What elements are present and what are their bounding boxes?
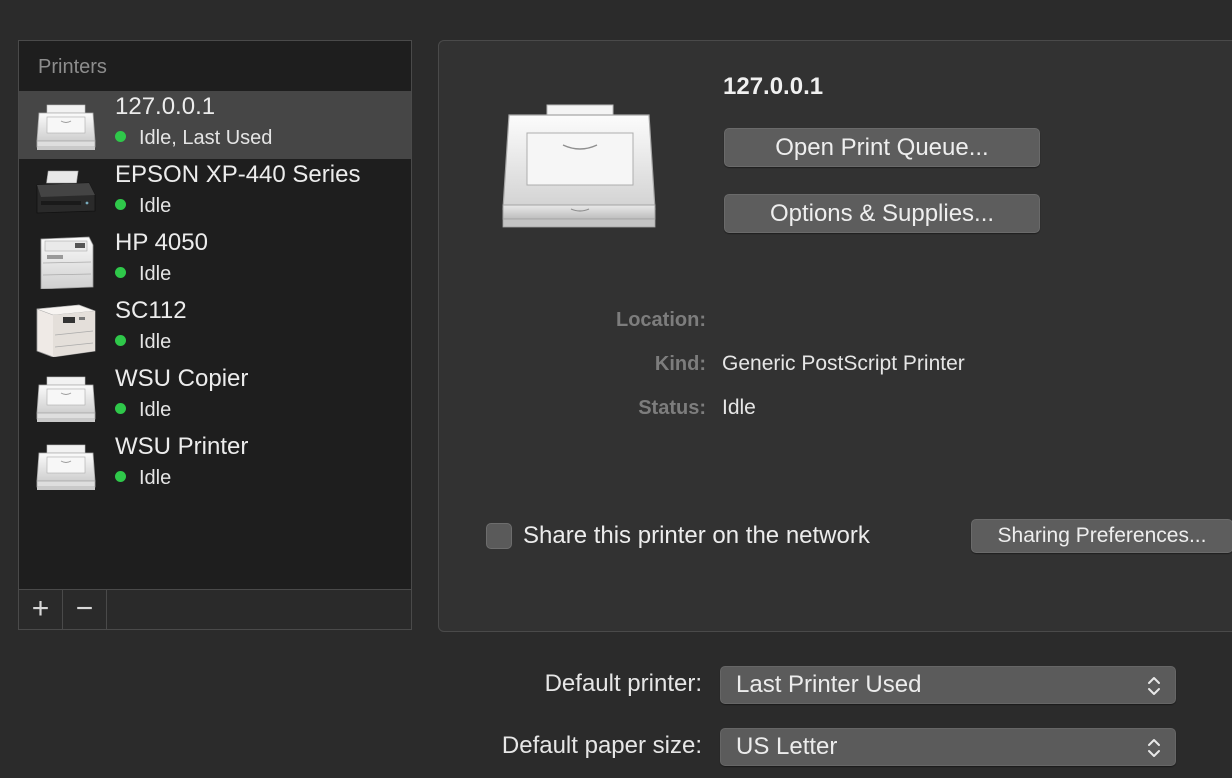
printer-item-hp-4050[interactable]: HP 4050 Idle (19, 227, 411, 295)
generic-printer-icon (33, 437, 99, 493)
printer-item-name: HP 4050 (115, 229, 208, 256)
printer-item-status: Idle (115, 263, 171, 286)
status-dot-icon (115, 131, 126, 143)
printer-title: 127.0.0.1 (723, 73, 824, 100)
kind-label: Kind: (654, 353, 706, 375)
printer-item-name: SC112 (115, 297, 187, 324)
printer-item-name: WSU Printer (115, 433, 249, 460)
chevron-up-down-icon (1148, 677, 1160, 695)
share-printer-checkbox[interactable] (486, 523, 512, 549)
status-dot-icon (115, 267, 126, 279)
generic-printer-icon (33, 97, 99, 153)
share-printer-label[interactable]: Share this printer on the network (523, 522, 870, 550)
inkjet-printer-icon (33, 165, 99, 221)
printer-item-wsu-copier[interactable]: WSU Copier Idle (19, 363, 411, 431)
printer-detail-panel: 127.0.0.1 Open Print Queue... Options & … (438, 40, 1232, 632)
default-printer-label: Default printer: (544, 670, 702, 697)
printer-item-name: 127.0.0.1 (115, 93, 216, 120)
printer-item-name: EPSON XP-440 Series (115, 161, 361, 188)
options-supplies-button[interactable]: Options & Supplies... (724, 194, 1040, 233)
status-label: Status: (638, 397, 706, 419)
default-paper-size-value: US Letter (736, 733, 838, 760)
list-toolbar: + − (19, 589, 411, 629)
printer-item-sc112[interactable]: SC112 Idle (19, 295, 411, 363)
kind-value: Generic PostScript Printer (722, 352, 965, 375)
status-dot-icon (115, 403, 126, 415)
status-dot-icon (115, 335, 126, 347)
default-paper-size-label: Default paper size: (501, 732, 702, 759)
sharing-preferences-button[interactable]: Sharing Preferences... (971, 519, 1232, 553)
generic-printer-icon (33, 369, 99, 425)
location-label: Location: (616, 309, 706, 331)
open-print-queue-button[interactable]: Open Print Queue... (724, 128, 1040, 167)
printer-item-status: Idle (115, 467, 171, 490)
printer-item-name: WSU Copier (115, 365, 249, 392)
status-dot-icon (115, 199, 126, 211)
printers-list[interactable]: Printers 127.0.0.1 Idle, Last Used EPSON… (18, 40, 412, 630)
default-printer-select[interactable]: Last Printer Used (720, 666, 1176, 704)
default-paper-size-select[interactable]: US Letter (720, 728, 1176, 766)
printer-item-epson-xp-440[interactable]: EPSON XP-440 Series Idle (19, 159, 411, 227)
laser-printer-icon (33, 233, 99, 289)
printer-icon (502, 104, 656, 228)
printer-item-status: Idle (115, 399, 171, 422)
status-value: Idle (722, 396, 756, 419)
printers-list-header: Printers (38, 56, 107, 78)
printer-item-status: Idle (115, 331, 171, 354)
printer-item-status: Idle (115, 195, 171, 218)
printer-item-127-0-0-1[interactable]: 127.0.0.1 Idle, Last Used (19, 91, 411, 159)
remove-printer-button[interactable]: − (63, 590, 107, 629)
chevron-up-down-icon (1148, 739, 1160, 757)
office-printer-icon (33, 301, 99, 357)
default-printer-value: Last Printer Used (736, 671, 922, 698)
add-printer-button[interactable]: + (19, 590, 63, 629)
status-dot-icon (115, 471, 126, 483)
printer-item-wsu-printer[interactable]: WSU Printer Idle (19, 431, 411, 499)
printer-item-status: Idle, Last Used (115, 127, 272, 150)
